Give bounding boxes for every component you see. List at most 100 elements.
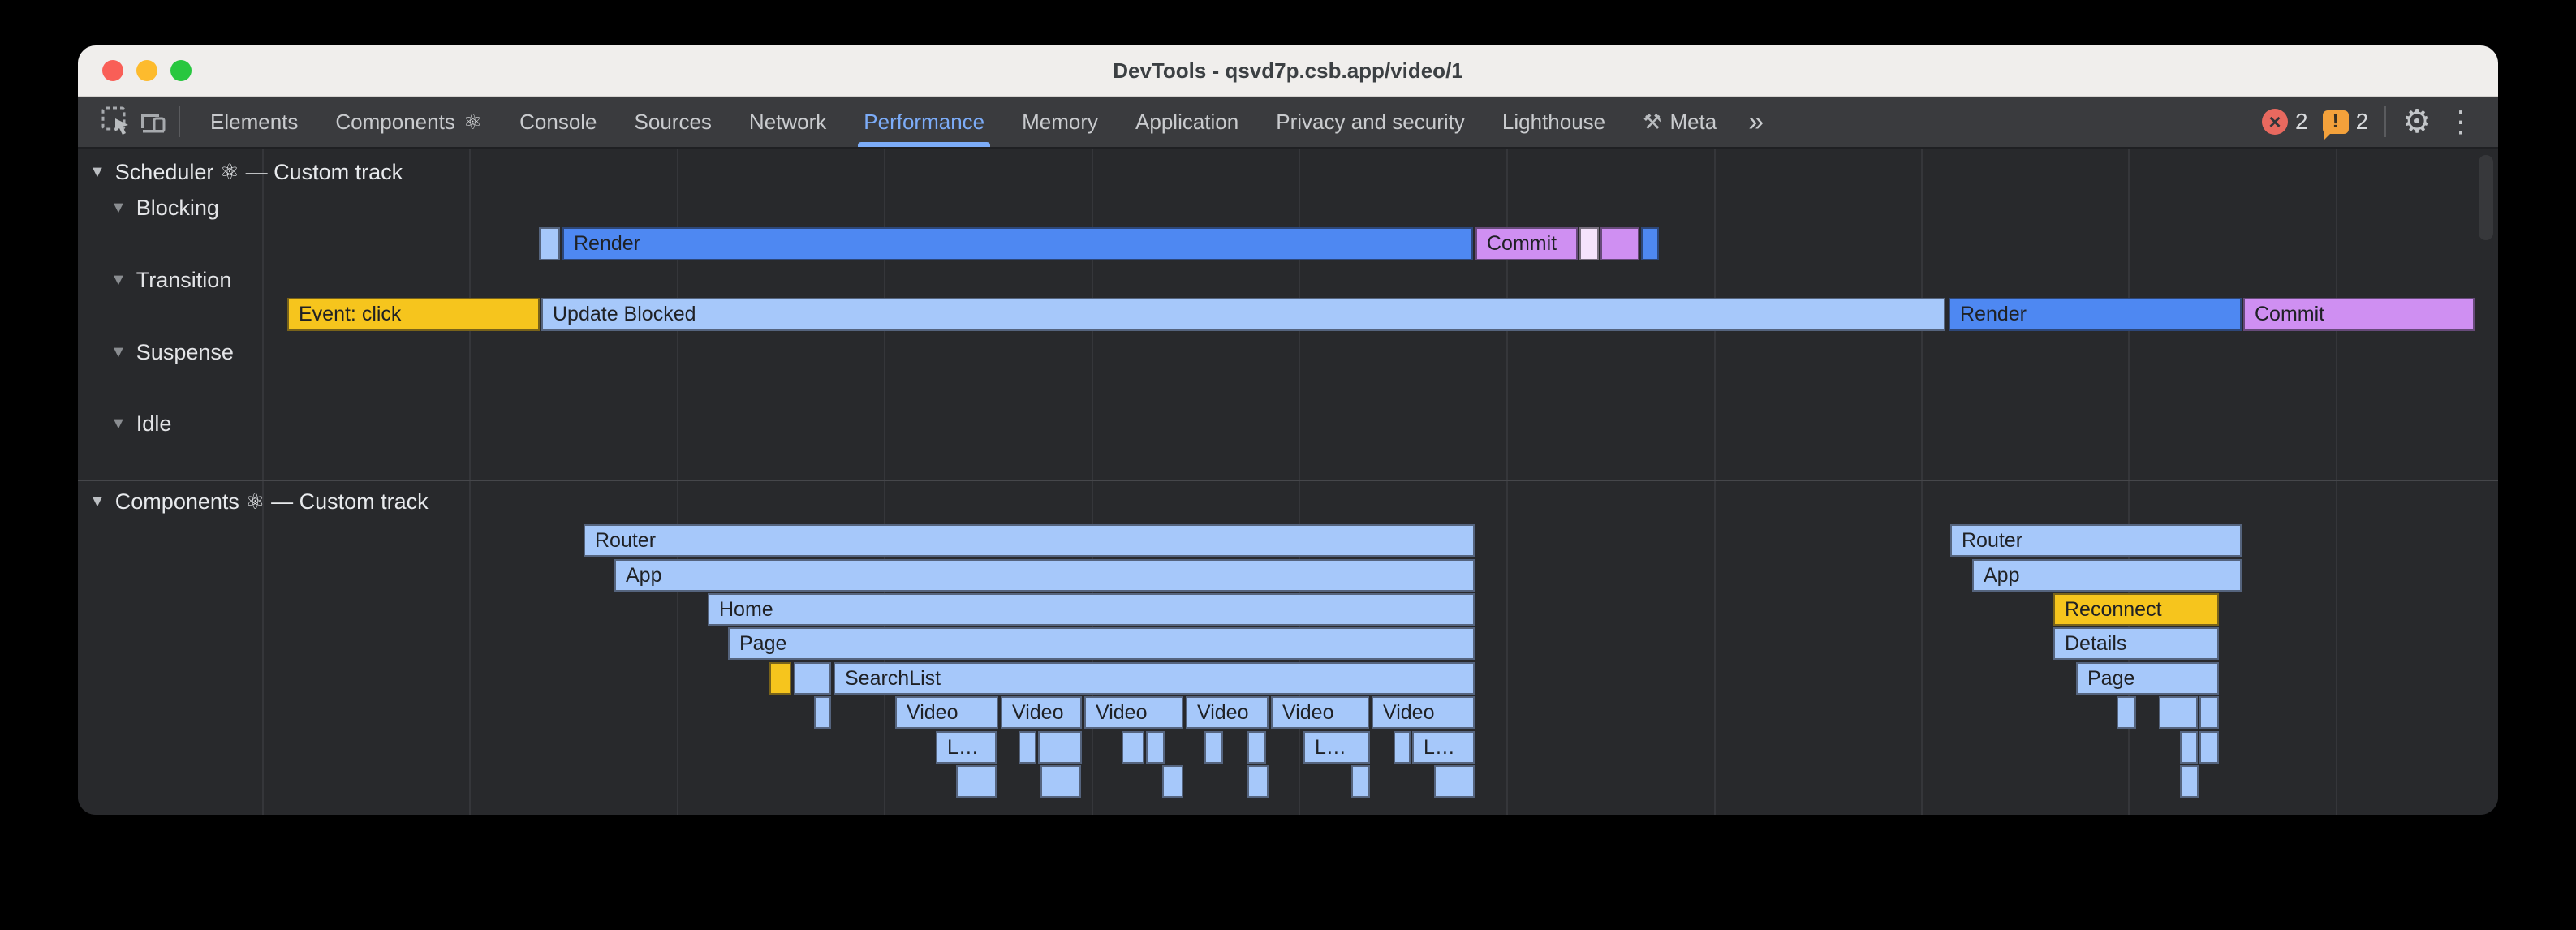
warning-badge[interactable]: ! 2 xyxy=(2323,109,2369,135)
devtools-window: DevTools - qsvd7p.csb.app/video/1 Elemen… xyxy=(78,45,2498,815)
flame-bar[interactable] xyxy=(1600,227,1639,260)
components-track-title: Components ⚛ — Custom track xyxy=(115,489,429,515)
collapse-triangle-icon[interactable]: ▼ xyxy=(89,163,106,182)
timeline-canvas[interactable]: ▼ Scheduler ⚛ — Custom track ▼ Component… xyxy=(78,149,2498,815)
tab-label: Memory xyxy=(1022,110,1098,135)
error-badge[interactable]: × 2 xyxy=(2262,109,2308,135)
flame-bar-render[interactable]: Render xyxy=(1949,298,2242,331)
tab-label: Components xyxy=(335,110,454,135)
flame-bar[interactable] xyxy=(1351,765,1370,798)
flame-bar[interactable] xyxy=(2159,696,2198,729)
lane-label-text: Suspense xyxy=(136,340,234,365)
tab-network[interactable]: Network xyxy=(730,97,845,147)
tab-sources[interactable]: Sources xyxy=(616,97,730,147)
flame-bar-page[interactable]: Page xyxy=(2076,662,2219,695)
inspect-element-icon[interactable] xyxy=(99,104,135,140)
tab-label: Meta xyxy=(1669,110,1717,135)
flame-bar-router[interactable]: Router xyxy=(584,524,1475,557)
flame-bar-app[interactable]: App xyxy=(1972,559,2242,592)
flame-bar[interactable] xyxy=(1434,765,1475,798)
tab-privacy-and-security[interactable]: Privacy and security xyxy=(1257,97,1484,147)
flame-bar-video[interactable]: Video xyxy=(895,696,998,729)
flame-bar[interactable] xyxy=(1040,765,1081,798)
settings-gear-icon[interactable]: ⚙ xyxy=(2402,105,2432,138)
flame-bar[interactable] xyxy=(1641,227,1659,260)
flame-bar-searchlist[interactable]: SearchList xyxy=(834,662,1475,695)
flame-bar-details[interactable]: Details xyxy=(2053,627,2219,660)
flame-bar[interactable] xyxy=(2199,731,2219,764)
vertical-scrollbar-thumb[interactable] xyxy=(2479,155,2493,240)
collapse-triangle-icon[interactable]: ▼ xyxy=(110,415,127,433)
flame-bar-video[interactable]: Video xyxy=(1271,696,1369,729)
flame-bar-router[interactable]: Router xyxy=(1950,524,2242,557)
scheduler-track-header[interactable]: ▼ Scheduler ⚛ — Custom track xyxy=(89,160,403,185)
tab-meta[interactable]: ⚒Meta xyxy=(1624,97,1735,147)
toolbar-separator xyxy=(2384,106,2386,137)
lane-label-blocking[interactable]: ▼Blocking xyxy=(110,196,219,221)
flame-bar[interactable] xyxy=(2180,731,2198,764)
tab-console[interactable]: Console xyxy=(501,97,615,147)
flame-bar-l[interactable]: L… xyxy=(1303,731,1370,764)
components-track-header[interactable]: ▼ Components ⚛ — Custom track xyxy=(89,489,429,515)
collapse-triangle-icon[interactable]: ▼ xyxy=(89,493,106,511)
react-atom-icon: ⚛ xyxy=(463,110,482,135)
lane-label-transition[interactable]: ▼Transition xyxy=(110,268,231,293)
minimize-window-button[interactable] xyxy=(136,60,157,81)
kebab-menu-icon[interactable]: ⋮ xyxy=(2446,107,2475,136)
flame-bar-commit[interactable]: Commit xyxy=(2243,298,2475,331)
flame-bar-video[interactable]: Video xyxy=(1084,696,1183,729)
flame-bar[interactable] xyxy=(956,765,997,798)
close-window-button[interactable] xyxy=(102,60,123,81)
flame-bar[interactable] xyxy=(2117,696,2136,729)
tab-memory[interactable]: Memory xyxy=(1003,97,1117,147)
flame-bar[interactable] xyxy=(769,662,791,695)
tab-elements[interactable]: Elements xyxy=(192,97,317,147)
scheduler-track-title: Scheduler ⚛ — Custom track xyxy=(115,160,403,185)
devtools-toolbar: Elements Components ⚛ Console SourcesNetwork… xyxy=(78,97,2498,149)
tab-label: Lighthouse xyxy=(1502,110,1605,135)
flame-bar[interactable] xyxy=(814,696,831,729)
flame-bar-update-blocked[interactable]: Update Blocked xyxy=(541,298,1945,331)
gridline xyxy=(1921,149,1923,815)
tab-application[interactable]: Application xyxy=(1117,97,1257,147)
flame-bar-home[interactable]: Home xyxy=(708,593,1475,626)
flame-bar-l[interactable]: L… xyxy=(936,731,997,764)
flame-bar[interactable] xyxy=(539,227,560,260)
flame-bar-video[interactable]: Video xyxy=(1001,696,1082,729)
device-toolbar-icon[interactable] xyxy=(135,104,170,140)
flame-bar[interactable] xyxy=(1019,731,1036,764)
flame-bar[interactable] xyxy=(794,662,831,695)
flame-bar-event-click[interactable]: Event: click xyxy=(287,298,540,331)
flame-bar[interactable] xyxy=(1146,731,1165,764)
collapse-triangle-icon[interactable]: ▼ xyxy=(110,199,127,217)
flame-bar[interactable] xyxy=(1394,731,1411,764)
flame-bar[interactable] xyxy=(1204,731,1223,764)
zoom-window-button[interactable] xyxy=(170,60,192,81)
more-tabs-chevron-icon[interactable]: » xyxy=(1735,106,1777,138)
flame-bar-commit[interactable]: Commit xyxy=(1475,227,1578,260)
flame-bar-app[interactable]: App xyxy=(614,559,1475,592)
flame-bar[interactable] xyxy=(2199,696,2219,729)
tab-components[interactable]: Components ⚛ xyxy=(317,97,501,147)
flame-bar[interactable] xyxy=(1579,227,1599,260)
flame-bar-reconnect[interactable]: Reconnect xyxy=(2053,593,2219,626)
flame-bar-render[interactable]: Render xyxy=(562,227,1473,260)
tab-label: Console xyxy=(519,110,597,135)
flame-bar[interactable] xyxy=(2180,765,2199,798)
flame-bar[interactable] xyxy=(1247,765,1269,798)
lane-label-idle[interactable]: ▼Idle xyxy=(110,411,171,437)
flame-bar[interactable] xyxy=(1247,731,1266,764)
tab-performance[interactable]: Performance xyxy=(845,97,1003,147)
flame-bar-page[interactable]: Page xyxy=(728,627,1475,660)
gridline xyxy=(469,149,471,815)
flame-bar-l[interactable]: L… xyxy=(1412,731,1475,764)
lane-label-suspense[interactable]: ▼ Suspense xyxy=(110,340,234,365)
flame-bar-video[interactable]: Video xyxy=(1186,696,1269,729)
tab-lighthouse[interactable]: Lighthouse xyxy=(1484,97,1624,147)
flame-bar[interactable] xyxy=(1038,731,1082,764)
flame-bar-video[interactable]: Video xyxy=(1372,696,1475,729)
flame-bar[interactable] xyxy=(1162,765,1183,798)
flame-bar[interactable] xyxy=(1122,731,1144,764)
collapse-triangle-icon[interactable]: ▼ xyxy=(110,343,127,362)
collapse-triangle-icon[interactable]: ▼ xyxy=(110,271,127,290)
